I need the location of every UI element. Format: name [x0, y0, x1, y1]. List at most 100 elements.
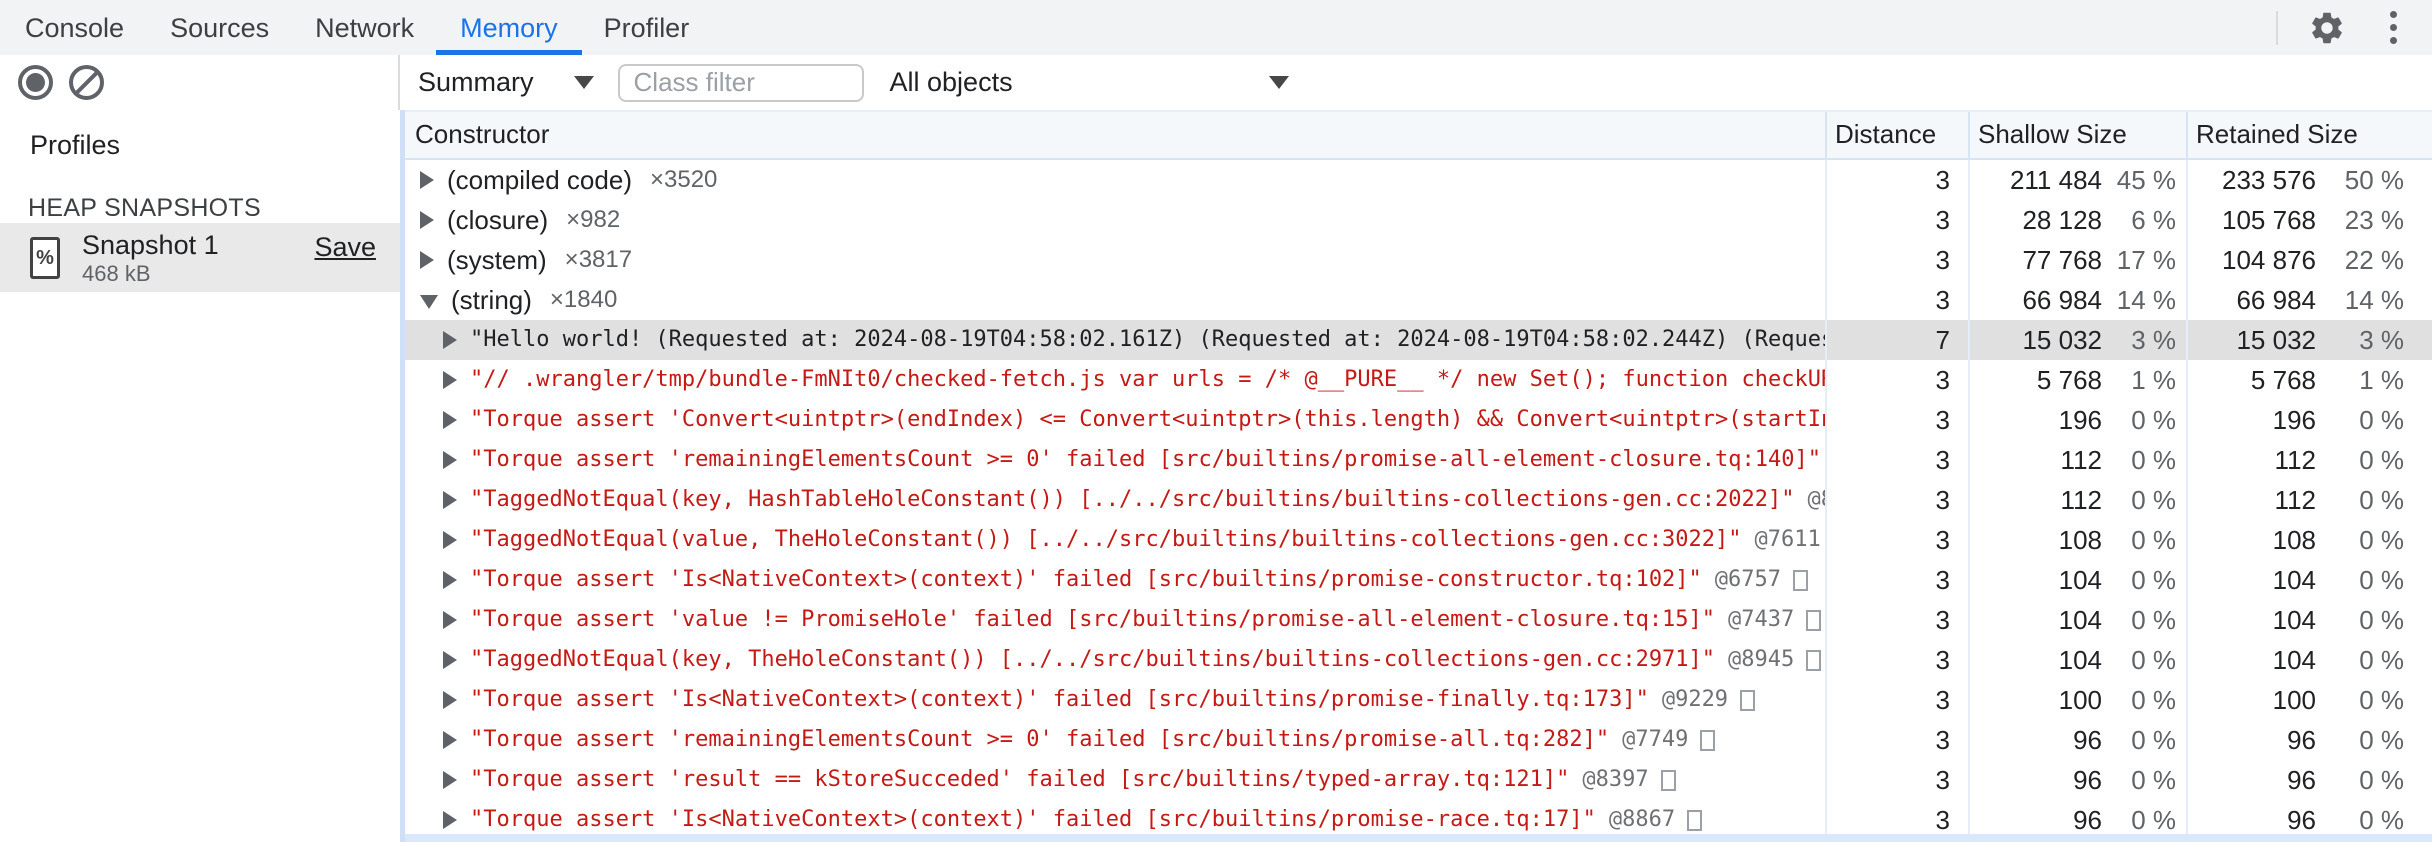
- settings-gear-icon[interactable]: [2308, 9, 2346, 47]
- table-row[interactable]: "Torque assert 'remainingElementsCount >…: [405, 440, 2432, 480]
- table-row[interactable]: "Hello world! (Requested at: 2024-08-19T…: [405, 320, 2432, 360]
- table-row[interactable]: (system) ×3817 3 77 768 17 % 104 876 22 …: [405, 240, 2432, 280]
- retained-size-percent: 23 %: [2344, 205, 2404, 235]
- shallow-size-percent: 0 %: [2131, 725, 2176, 755]
- distance-value: 3: [1825, 480, 1968, 520]
- instance-count: ×3520: [649, 166, 718, 193]
- disclosure-triangle-icon[interactable]: [443, 451, 457, 469]
- column-header-constructor[interactable]: Constructor: [405, 112, 1825, 158]
- retained-size-percent: 22 %: [2344, 245, 2404, 275]
- disclosure-triangle-icon[interactable]: [443, 531, 457, 549]
- table-row[interactable]: "Torque assert 'Is<NativeContext>(contex…: [405, 560, 2432, 600]
- class-filter-input[interactable]: [617, 63, 864, 102]
- table-row[interactable]: (closure) ×982 3 28 128 6 % 105 768 23 %: [405, 200, 2432, 240]
- disclosure-triangle-icon[interactable]: [420, 211, 434, 229]
- column-header-shallow-size[interactable]: Shallow Size: [1968, 112, 2186, 158]
- missing-glyph-box: [1806, 649, 1822, 671]
- shallow-size-percent: 0 %: [2131, 405, 2176, 435]
- shallow-size-percent: 0 %: [2131, 605, 2176, 635]
- retained-size-cell: 104 0 %: [2186, 640, 2432, 680]
- constructor-cell: (closure) ×982: [405, 200, 1825, 240]
- distance-value: 3: [1825, 520, 1968, 560]
- table-row[interactable]: "Torque assert 'Convert<uintptr>(endInde…: [405, 400, 2432, 440]
- constructor-cell: "Torque assert 'value != PromiseHole' fa…: [405, 600, 1825, 640]
- clear-profiles-button[interactable]: [69, 65, 104, 100]
- retained-size-percent: 0 %: [2359, 605, 2404, 635]
- disclosure-triangle-icon[interactable]: [443, 771, 457, 789]
- table-row[interactable]: (string) ×1840 3 66 984 14 % 66 984 14 %: [405, 280, 2432, 320]
- disclosure-triangle-icon[interactable]: [443, 371, 457, 389]
- disclosure-triangle-icon[interactable]: [420, 251, 434, 269]
- disclosure-triangle-icon[interactable]: [420, 295, 438, 309]
- table-row[interactable]: (compiled code) ×3520 3 211 484 45 % 233…: [405, 160, 2432, 200]
- constructor-cell: "Torque assert 'remainingElementsCount >…: [405, 720, 1825, 760]
- table-row[interactable]: "TaggedNotEqual(key, TheHoleConstant()) …: [405, 640, 2432, 680]
- retained-size-percent: 0 %: [2359, 565, 2404, 595]
- retained-size-percent: 0 %: [2359, 725, 2404, 755]
- table-row[interactable]: "TaggedNotEqual(value, TheHoleConstant()…: [405, 520, 2432, 560]
- table-row[interactable]: "// .wrangler/tmp/bundle-FmNIt0/checked-…: [405, 360, 2432, 400]
- disclosure-triangle-icon[interactable]: [443, 651, 457, 669]
- snapshot-name: Snapshot 1: [82, 229, 219, 260]
- retained-size-value: 5 768: [2250, 365, 2316, 395]
- disclosure-triangle-icon[interactable]: [420, 171, 434, 189]
- table-row[interactable]: "Torque assert 'Is<NativeContext>(contex…: [405, 680, 2432, 720]
- disclosure-triangle-icon[interactable]: [443, 571, 457, 589]
- disclosure-triangle-icon[interactable]: [443, 491, 457, 509]
- shallow-size-value: 100: [2058, 685, 2102, 715]
- object-id: @7437: [1728, 607, 1795, 632]
- distance-value: 3: [1825, 360, 1968, 400]
- disclosure-triangle-icon[interactable]: [443, 691, 457, 709]
- tab-memory[interactable]: Memory: [436, 0, 582, 55]
- sidebar-title: Profiles: [30, 130, 121, 160]
- column-header-retained-size[interactable]: Retained Size: [2186, 112, 2432, 158]
- disclosure-triangle-icon[interactable]: [443, 731, 457, 749]
- heap-grid-header: Constructor Distance Shallow Size Retain…: [405, 110, 2432, 160]
- save-link[interactable]: Save: [314, 232, 376, 263]
- constructor-label: "TaggedNotEqual(value, TheHoleConstant()…: [470, 527, 1742, 552]
- tab-network[interactable]: Network: [315, 0, 414, 55]
- distance-value: 3: [1825, 240, 1968, 280]
- disclosure-triangle-icon[interactable]: [443, 611, 457, 629]
- table-row[interactable]: "Torque assert 'result == kStoreSucceded…: [405, 760, 2432, 800]
- retained-size-percent: 0 %: [2359, 405, 2404, 435]
- grid-footer-strip: [405, 834, 2432, 842]
- tab-console[interactable]: Console: [25, 0, 124, 55]
- object-scope-select[interactable]: All objects: [890, 67, 1289, 98]
- object-id: @8397: [1582, 767, 1649, 792]
- constructor-cell: (system) ×3817: [405, 240, 1825, 280]
- constructor-label: "Torque assert 'Is<NativeContext>(contex…: [470, 567, 1702, 592]
- retained-size-value: 15 032: [2236, 325, 2316, 355]
- tab-sources[interactable]: Sources: [170, 0, 269, 55]
- missing-glyph-box: [1806, 609, 1822, 631]
- column-header-distance[interactable]: Distance: [1825, 112, 1968, 158]
- instance-count: ×1840: [549, 286, 618, 313]
- tab-profiler[interactable]: Profiler: [604, 0, 690, 55]
- retained-size-percent: 0 %: [2359, 525, 2404, 555]
- shallow-size-value: 5 768: [2036, 365, 2102, 395]
- perspective-select[interactable]: Summary: [418, 67, 594, 98]
- shallow-size-percent: 0 %: [2131, 445, 2176, 475]
- shallow-size-percent: 0 %: [2131, 525, 2176, 555]
- shallow-size-value: 28 128: [2022, 205, 2102, 235]
- table-row[interactable]: "Torque assert 'value != PromiseHole' fa…: [405, 600, 2432, 640]
- table-row[interactable]: "Torque assert 'remainingElementsCount >…: [405, 720, 2432, 760]
- retained-size-value: 104: [2272, 565, 2316, 595]
- constructor-label: "Torque assert 'result == kStoreSucceded…: [470, 767, 1570, 792]
- heap-snapshot-grid: Constructor Distance Shallow Size Retain…: [400, 110, 2432, 842]
- retained-size-percent: 0 %: [2359, 445, 2404, 475]
- retained-size-percent: 0 %: [2359, 765, 2404, 795]
- shallow-size-percent: 45 %: [2116, 165, 2176, 195]
- disclosure-triangle-icon[interactable]: [443, 811, 457, 829]
- table-row[interactable]: "TaggedNotEqual(key, HashTableHoleConsta…: [405, 480, 2432, 520]
- disclosure-triangle-icon[interactable]: [443, 411, 457, 429]
- shallow-size-cell: 104 0 %: [1968, 640, 2186, 680]
- more-options-kebab-icon[interactable]: [2380, 11, 2406, 44]
- retained-size-cell: 104 876 22 %: [2186, 240, 2432, 280]
- record-heap-snapshot-button[interactable]: [18, 65, 53, 100]
- distance-value: 3: [1825, 160, 1968, 200]
- snapshot-item[interactable]: % Snapshot 1 468 kB Save: [0, 223, 400, 292]
- disclosure-triangle-icon[interactable]: [443, 331, 457, 349]
- shallow-size-percent: 3 %: [2131, 325, 2176, 355]
- shallow-size-percent: 0 %: [2131, 485, 2176, 515]
